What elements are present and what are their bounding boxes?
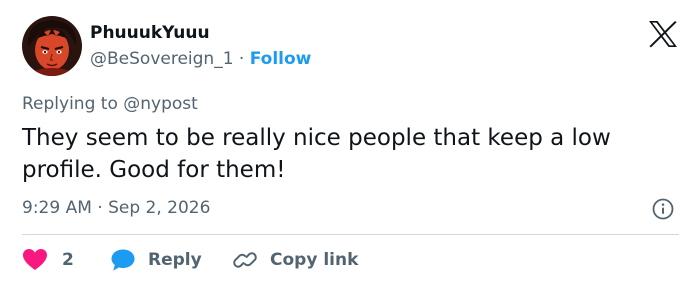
copy-link-button[interactable]: Copy link (232, 247, 358, 273)
x-logo-icon[interactable] (648, 20, 678, 48)
separator-dot: · (238, 49, 245, 69)
reply-mention-link[interactable]: @nypost (123, 94, 198, 114)
user-handle[interactable]: @BeSovereign_1 (90, 49, 234, 69)
info-icon[interactable] (652, 198, 674, 220)
display-name[interactable]: PhuuukYuuu (90, 23, 210, 43)
divider (22, 234, 679, 235)
avatar[interactable] (22, 16, 82, 76)
reply-context-prefix: Replying to (22, 94, 118, 114)
like-count: 2 (62, 250, 74, 270)
timestamp-separator: · (97, 198, 103, 218)
follow-button[interactable]: Follow (250, 49, 312, 69)
tweet-text: They seem to be really nice people that … (22, 125, 611, 183)
reply-context: Replying to @nypost (22, 94, 198, 114)
avatar-image (22, 16, 82, 76)
handle-row: @BeSovereign_1 · Follow (90, 49, 311, 69)
heart-icon (22, 248, 48, 272)
tweet-date: Sep 2, 2026 (108, 198, 211, 218)
link-icon (232, 248, 258, 272)
reply-button[interactable]: Reply (110, 247, 202, 273)
copy-link-label: Copy link (270, 250, 359, 270)
reply-bubble-icon (110, 248, 136, 272)
reply-label: Reply (148, 250, 202, 270)
timestamp[interactable]: 9:29 AM · Sep 2, 2026 (22, 198, 210, 218)
tweet-time: 9:29 AM (22, 198, 92, 218)
like-button[interactable]: 2 (22, 247, 74, 273)
